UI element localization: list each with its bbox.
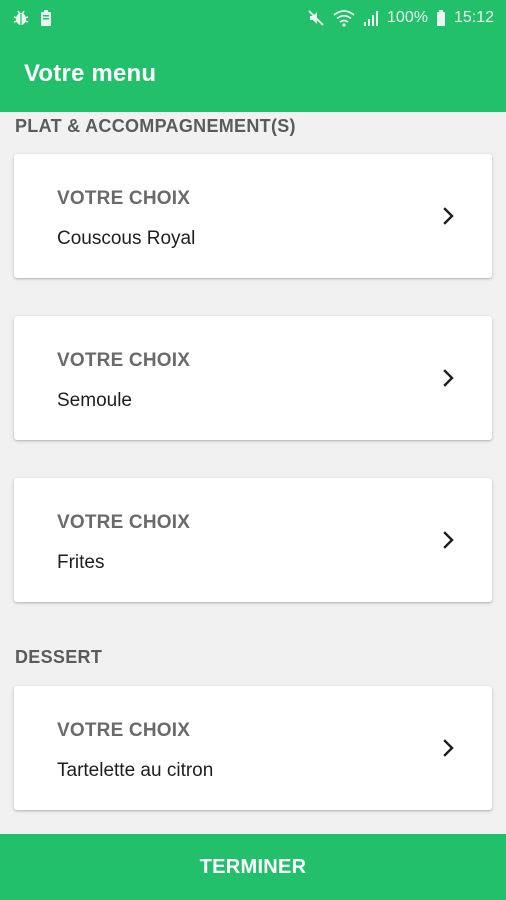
status-right-icons: 100% 15:12 [307,9,494,27]
chevron-right-icon [443,531,454,549]
signal-icon [363,9,379,27]
clock: 15:12 [453,9,494,26]
choice-value: Couscous Royal [57,228,196,249]
status-bar: 100% 15:12 [0,0,506,36]
choice-value: Tartelette au citron [57,760,214,781]
choice-label: VOTRE CHOIX [57,350,191,371]
choice-card-plat-2[interactable]: VOTRE CHOIX Semoule [14,316,492,440]
battery-percent: 100% [387,9,428,26]
section-header-dessert: DESSERT [15,647,103,667]
choice-card-plat-1[interactable]: VOTRE CHOIX Couscous Royal [14,154,492,278]
mute-icon [307,9,325,27]
section-header-plat: PLAT & ACCOMPAGNEMENT(S) [15,116,296,136]
choice-label: VOTRE CHOIX [57,188,191,209]
choice-value: Semoule [57,390,132,411]
choice-card-plat-3[interactable]: VOTRE CHOIX Frites [14,478,492,602]
chevron-right-icon [443,369,454,387]
choice-value: Frites [57,552,105,573]
app-bar: Votre menu [0,36,506,112]
finish-button[interactable]: TERMINER [0,834,506,900]
battery-icon [436,9,446,27]
status-left-icons [12,9,52,27]
choice-label: VOTRE CHOIX [57,720,191,741]
battery-small-icon [40,9,52,27]
chevron-right-icon [443,207,454,225]
choice-card-dessert-1[interactable]: VOTRE CHOIX Tartelette au citron [14,686,492,810]
page-title: Votre menu [24,60,157,87]
bug-icon [12,9,30,27]
chevron-right-icon [443,739,454,757]
wifi-icon [333,9,355,27]
choice-label: VOTRE CHOIX [57,512,191,533]
